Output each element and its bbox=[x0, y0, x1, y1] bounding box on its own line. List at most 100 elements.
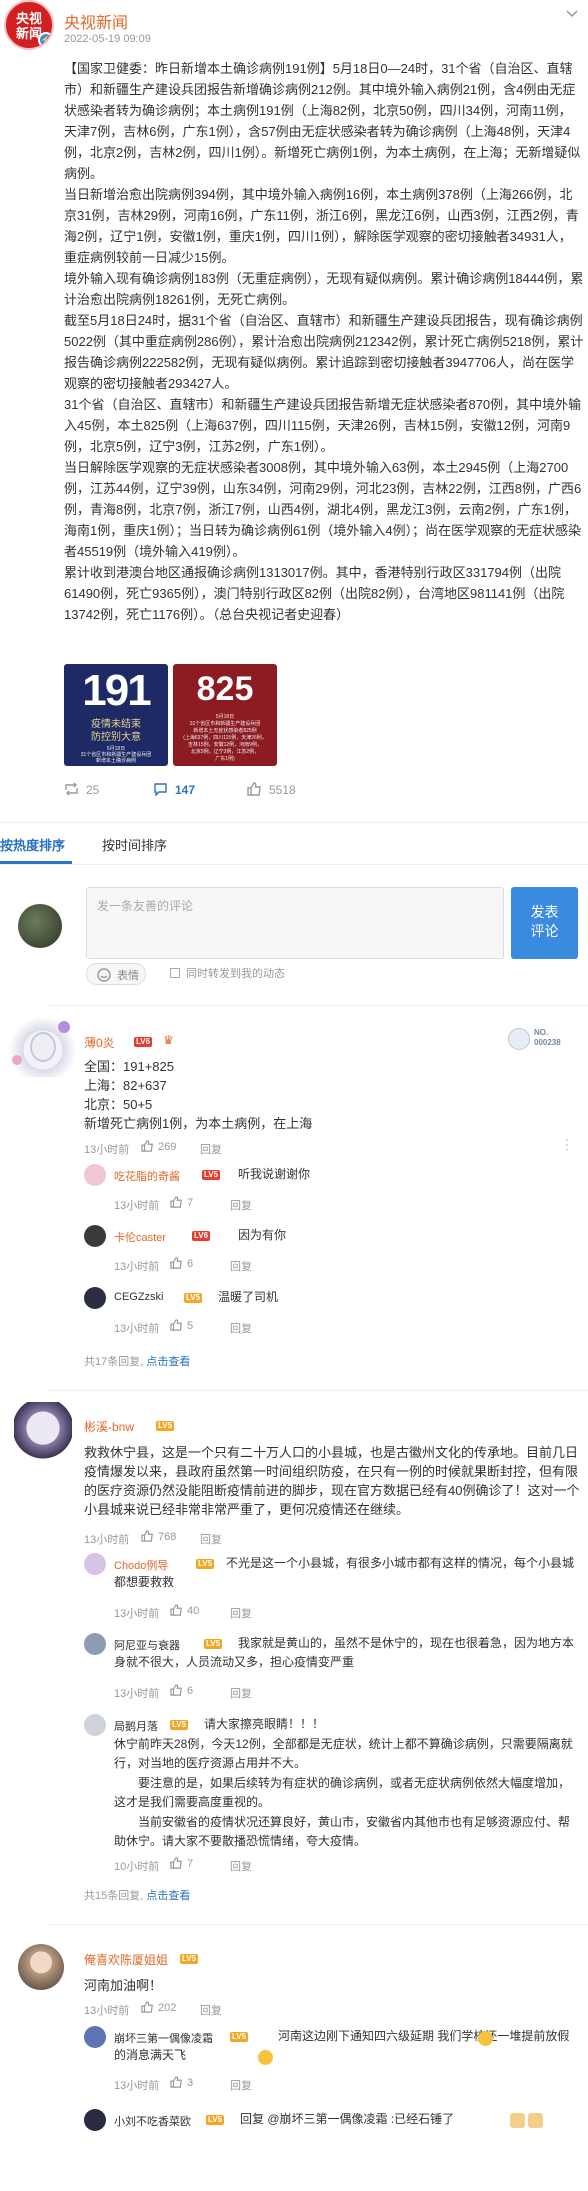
image-caption: 新增本土确诊病例 bbox=[95, 758, 136, 764]
repost-checkbox-label: 同时转发到我的动态 bbox=[186, 968, 285, 980]
send-label: 评论 bbox=[530, 923, 559, 939]
post-image-825[interactable]: 825 5月18日 31个省区市和新疆生产建设兵团 新增本土无症状感染者825例… bbox=[173, 664, 277, 766]
reply-user[interactable]: CEGZzski bbox=[114, 1291, 164, 1303]
reply-like-count[interactable]: 5 bbox=[187, 1320, 193, 1332]
commenter-avatar[interactable] bbox=[14, 1402, 72, 1460]
like-icon[interactable] bbox=[141, 2001, 154, 2013]
reply-text: 休宁前昨天28例，今天12例，全部都是无症状，统计上都不算确诊病例，只需要隔离就… bbox=[114, 1737, 573, 1770]
level-badge: LV5 bbox=[156, 1421, 175, 1431]
reply-button[interactable]: 回复 bbox=[230, 2077, 252, 2093]
reply-like-count[interactable]: 6 bbox=[187, 1258, 193, 1270]
reply-time: 13小时前 bbox=[114, 2080, 160, 2092]
commenter-name[interactable]: 薄0炎 bbox=[84, 1034, 115, 1051]
like-icon[interactable] bbox=[170, 1196, 183, 1208]
reply-avatar[interactable] bbox=[84, 1164, 106, 1186]
like-icon[interactable] bbox=[170, 1319, 183, 1331]
doge-emoji-icon bbox=[528, 2113, 543, 2128]
level-badge: LV5 bbox=[170, 1720, 189, 1730]
reply-like-count[interactable]: 7 bbox=[187, 1197, 193, 1209]
logo-line1: 央视 bbox=[15, 11, 42, 26]
reply-user[interactable]: 小刘不吃香菜欧 bbox=[114, 2113, 191, 2129]
reply-text: 因为有你 bbox=[238, 1228, 287, 1242]
fan-badge: NO. 000238 bbox=[508, 1024, 574, 1058]
post-author-name[interactable]: 央视新闻 bbox=[64, 9, 128, 33]
like-icon[interactable] bbox=[170, 1604, 183, 1616]
like-icon[interactable] bbox=[141, 1140, 154, 1152]
post-body: 【国家卫健委：昨日新增本土确诊病例191例】5月18日0—24时，31个省（自治… bbox=[64, 58, 584, 625]
comment-line: 北京：50+5 bbox=[84, 1097, 153, 1112]
like-icon[interactable] bbox=[170, 1257, 183, 1269]
tab-sort-time[interactable]: 按时间排序 bbox=[102, 835, 167, 854]
reply-button[interactable]: 回复 bbox=[200, 2002, 222, 2018]
reply-avatar[interactable] bbox=[84, 1633, 106, 1655]
tab-sort-hot[interactable]: 按热度排序 bbox=[0, 835, 65, 854]
reply-button[interactable]: 回复 bbox=[230, 1605, 252, 1621]
reply-avatar[interactable] bbox=[84, 1553, 106, 1575]
like-icon[interactable] bbox=[170, 1857, 183, 1869]
reply-button[interactable]: 回复 bbox=[230, 1685, 252, 1701]
image-number: 191 bbox=[82, 666, 151, 715]
like-icon[interactable] bbox=[170, 1684, 183, 1696]
comment-line: 救救休宁县，这是一个只有二十万人口的小县城，也是古徽州文化的传承地。目前几日疫情… bbox=[84, 1445, 580, 1517]
reply-like-count[interactable]: 7 bbox=[187, 1858, 193, 1870]
reply-like-count[interactable]: 3 bbox=[187, 2077, 193, 2089]
reply-text: 当前安徽省的疫情状况还算良好，黄山市，安徽省内其他市也有足够资源应付、帮助休宁。… bbox=[114, 1815, 571, 1848]
post-image-191[interactable]: 191 疫情未结束 防控别大意 5月18日 31个省区市和新疆生产建设兵团 新增… bbox=[64, 664, 168, 766]
reply-avatar[interactable] bbox=[84, 2026, 106, 2048]
commenter-avatar[interactable] bbox=[18, 1944, 64, 1990]
like-icon[interactable] bbox=[170, 2076, 183, 2088]
reply-user[interactable]: 局鹅月落 bbox=[114, 1718, 158, 1734]
reply-time: 13小时前 bbox=[114, 1688, 160, 1700]
cctv-news-avatar[interactable]: 央视 新闻 ⚡ bbox=[4, 0, 54, 50]
sort-tabs bbox=[0, 822, 588, 865]
more-options-icon[interactable]: ⋮ bbox=[560, 1136, 575, 1153]
doge-emoji-icon bbox=[510, 2113, 525, 2128]
repost-count[interactable]: 25 bbox=[86, 783, 99, 797]
like-count[interactable]: 5518 bbox=[269, 783, 296, 797]
reply-button[interactable]: 回复 bbox=[230, 1320, 252, 1336]
like-icon[interactable] bbox=[247, 782, 262, 796]
divider bbox=[48, 1390, 588, 1391]
comment-time: 13小时前 bbox=[84, 1534, 130, 1546]
repost-checkbox[interactable] bbox=[170, 968, 180, 978]
repost-icon[interactable] bbox=[64, 782, 79, 796]
reply-user[interactable]: 吃花脂的奇酱 bbox=[114, 1168, 180, 1184]
reply-text: 我家就是黄山的，虽然不是休宁的，现在也很着急，因为地方本身就不很大，人员流动又多… bbox=[114, 1636, 575, 1669]
reply-button[interactable]: 回复 bbox=[200, 1141, 222, 1157]
comment-time: 13小时前 bbox=[84, 2005, 130, 2017]
post-paragraph: 31个省（自治区、直辖市）和新疆生产建设兵团报告新增无症状感染者870例，其中境… bbox=[64, 397, 582, 454]
emoji-button[interactable]: 表情 bbox=[86, 963, 146, 985]
send-comment-button[interactable]: 发表 评论 bbox=[511, 887, 578, 959]
fan-badge-number: NO. 000238 bbox=[534, 1028, 561, 1047]
reply-text: 不光是这一个小县城，有很多小城市都有这样的情况，每个小县城都想要救救 bbox=[114, 1556, 575, 1589]
reply-avatar[interactable] bbox=[84, 1225, 106, 1247]
comment-input[interactable]: 发一条友善的评论 bbox=[86, 887, 504, 959]
view-more-link[interactable]: 点击查看 bbox=[146, 1356, 190, 1368]
view-more-link[interactable]: 点击查看 bbox=[146, 1890, 190, 1902]
reply-like-count[interactable]: 6 bbox=[187, 1685, 193, 1697]
commenter-name[interactable]: 俺喜欢陈厦姐姐 bbox=[84, 1951, 168, 1968]
reply-time: 10小时前 bbox=[114, 1861, 160, 1873]
reply-avatar[interactable] bbox=[84, 1287, 106, 1309]
reply-like-count[interactable]: 40 bbox=[187, 1605, 199, 1617]
chevron-down-icon[interactable] bbox=[566, 10, 578, 18]
comment-icon[interactable] bbox=[153, 782, 168, 796]
comment-like-count[interactable]: 269 bbox=[158, 1141, 176, 1153]
reply-button[interactable]: 回复 bbox=[230, 1258, 252, 1274]
comment-like-count[interactable]: 202 bbox=[158, 2002, 176, 2014]
comment-count[interactable]: 147 bbox=[175, 783, 195, 797]
reply-text: 温暖了司机 bbox=[218, 1290, 279, 1304]
reply-button[interactable]: 回复 bbox=[230, 1858, 252, 1874]
reply-avatar[interactable] bbox=[84, 2109, 106, 2131]
send-label: 发表 bbox=[530, 904, 559, 920]
reply-avatar[interactable] bbox=[84, 1714, 106, 1736]
view-more-replies[interactable]: 共15条回复, 点击查看 bbox=[84, 1887, 190, 1903]
comment-like-count[interactable]: 768 bbox=[158, 1531, 176, 1543]
reply-button[interactable]: 回复 bbox=[230, 1197, 252, 1213]
reply-user[interactable]: 卡伦caster bbox=[114, 1229, 166, 1245]
like-icon[interactable] bbox=[141, 1530, 154, 1542]
reply-button[interactable]: 回复 bbox=[200, 1531, 222, 1547]
commenter-name[interactable]: 彬溪-bnw bbox=[84, 1418, 134, 1435]
commenter-avatar[interactable] bbox=[8, 1017, 78, 1077]
view-more-replies[interactable]: 共17条回复, 点击查看 bbox=[84, 1353, 190, 1369]
